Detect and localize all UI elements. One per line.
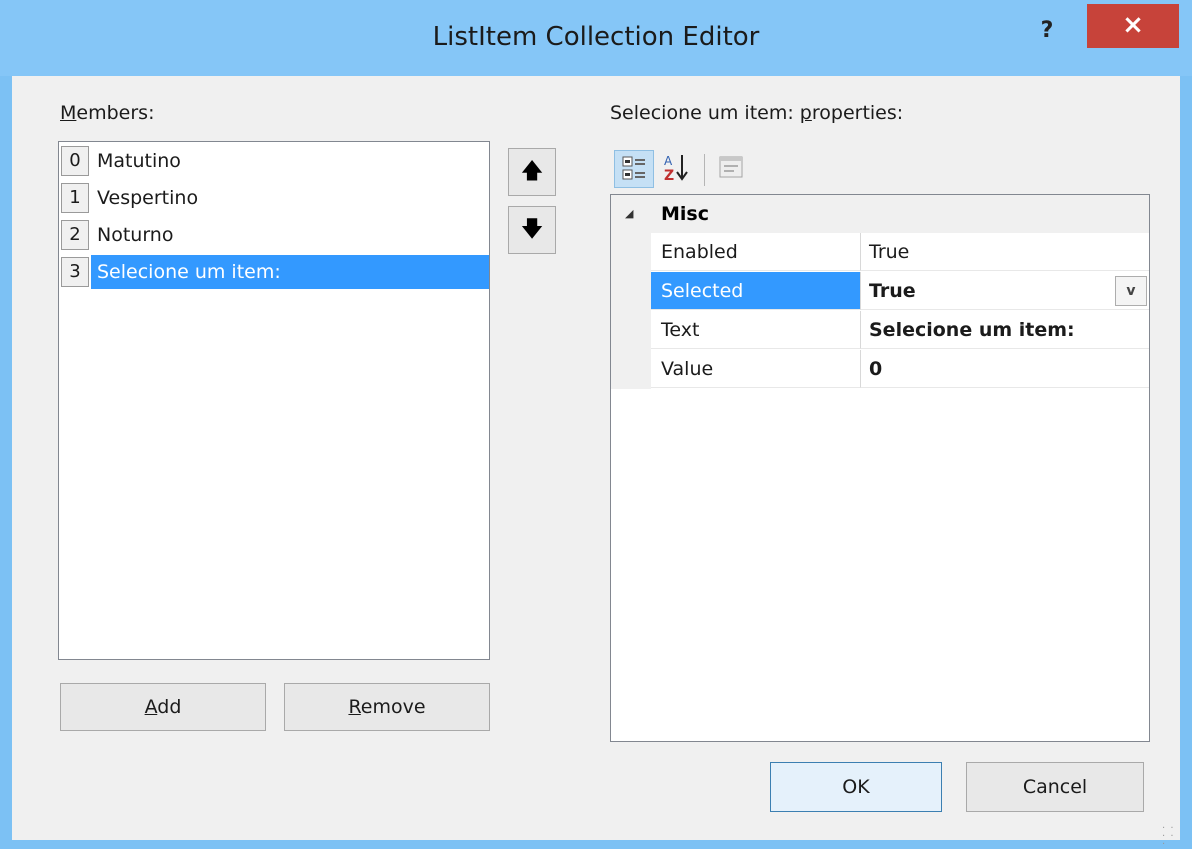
- window-title: ListItem Collection Editor: [432, 22, 760, 52]
- property-value[interactable]: True: [861, 233, 1149, 271]
- item-index: 0: [61, 146, 89, 176]
- svg-text:Z: Z: [664, 168, 674, 184]
- ok-button[interactable]: OK: [770, 762, 942, 812]
- property-value[interactable]: 0: [861, 350, 1149, 388]
- property-value[interactable]: True v: [861, 272, 1149, 310]
- item-text: Vespertino: [97, 187, 199, 209]
- cancel-button[interactable]: Cancel: [966, 762, 1144, 812]
- close-button[interactable]: ×: [1087, 4, 1179, 48]
- svg-text:A: A: [664, 154, 673, 168]
- item-index: 3: [61, 257, 89, 287]
- dialog-client-area: Members: 0 Matutino 1 Vespertino 2 Notur…: [12, 76, 1180, 847]
- toolbar-separator: [704, 154, 705, 186]
- alphabetical-button[interactable]: A Z: [658, 150, 698, 188]
- item-text: Noturno: [97, 224, 174, 246]
- chevron-down-icon: v: [1126, 283, 1136, 299]
- categorized-button[interactable]: [614, 150, 654, 188]
- resize-grip-icon[interactable]: . .. . .: [1162, 821, 1178, 847]
- move-down-button[interactable]: 🡇: [508, 206, 556, 254]
- property-name: Enabled: [651, 233, 861, 271]
- property-grid[interactable]: ◢ Misc Enabled True Selected True v Text…: [610, 194, 1150, 742]
- row-gutter: [611, 311, 651, 350]
- item-text: Selecione um item:: [97, 261, 281, 283]
- title-bar[interactable]: ListItem Collection Editor ? ×: [0, 0, 1192, 76]
- list-item[interactable]: 0 Matutino: [61, 144, 489, 178]
- row-gutter: [611, 272, 651, 311]
- list-item-selected[interactable]: 3 Selecione um item:: [61, 255, 489, 289]
- property-value[interactable]: Selecione um item:: [861, 311, 1149, 349]
- help-button[interactable]: ?: [1030, 14, 1064, 48]
- move-up-button[interactable]: 🡅: [508, 148, 556, 196]
- category-row[interactable]: ◢ Misc: [611, 195, 1149, 233]
- property-grid-toolbar: A Z: [612, 146, 772, 190]
- property-value-text: True: [869, 280, 916, 302]
- item-index: 2: [61, 220, 89, 250]
- categorized-icon: [622, 156, 645, 180]
- property-pages-icon: [719, 156, 743, 178]
- properties-label: Selecione um item: properties:: [610, 102, 904, 124]
- arrow-up-icon: 🡅: [520, 159, 544, 184]
- arrow-down-icon: 🡇: [520, 217, 544, 242]
- add-button[interactable]: Add: [60, 683, 266, 731]
- dropdown-button[interactable]: v: [1115, 276, 1147, 306]
- members-list[interactable]: 0 Matutino 1 Vespertino 2 Noturno 3 Sele…: [58, 141, 490, 660]
- category-name: Misc: [661, 203, 709, 225]
- property-pages-button[interactable]: [712, 150, 752, 188]
- list-item[interactable]: 1 Vespertino: [61, 181, 489, 215]
- row-gutter: [611, 233, 651, 272]
- property-row-selected[interactable]: Selected True v: [611, 272, 1149, 311]
- property-row[interactable]: Value 0: [611, 350, 1149, 389]
- collapse-icon[interactable]: ◢: [625, 207, 633, 220]
- collection-editor-window: ListItem Collection Editor ? × Members: …: [0, 0, 1192, 849]
- property-name: Text: [651, 311, 861, 349]
- property-row[interactable]: Text Selecione um item:: [611, 311, 1149, 350]
- property-name: Value: [651, 350, 861, 388]
- list-item[interactable]: 2 Noturno: [61, 218, 489, 252]
- members-label: Members:: [60, 102, 155, 124]
- property-name: Selected: [651, 272, 861, 310]
- row-gutter: [611, 350, 651, 389]
- item-index: 1: [61, 183, 89, 213]
- alphabetical-icon: A Z: [664, 154, 688, 184]
- item-text: Matutino: [97, 150, 181, 172]
- remove-button[interactable]: Remove: [284, 683, 490, 731]
- property-row[interactable]: Enabled True: [611, 233, 1149, 272]
